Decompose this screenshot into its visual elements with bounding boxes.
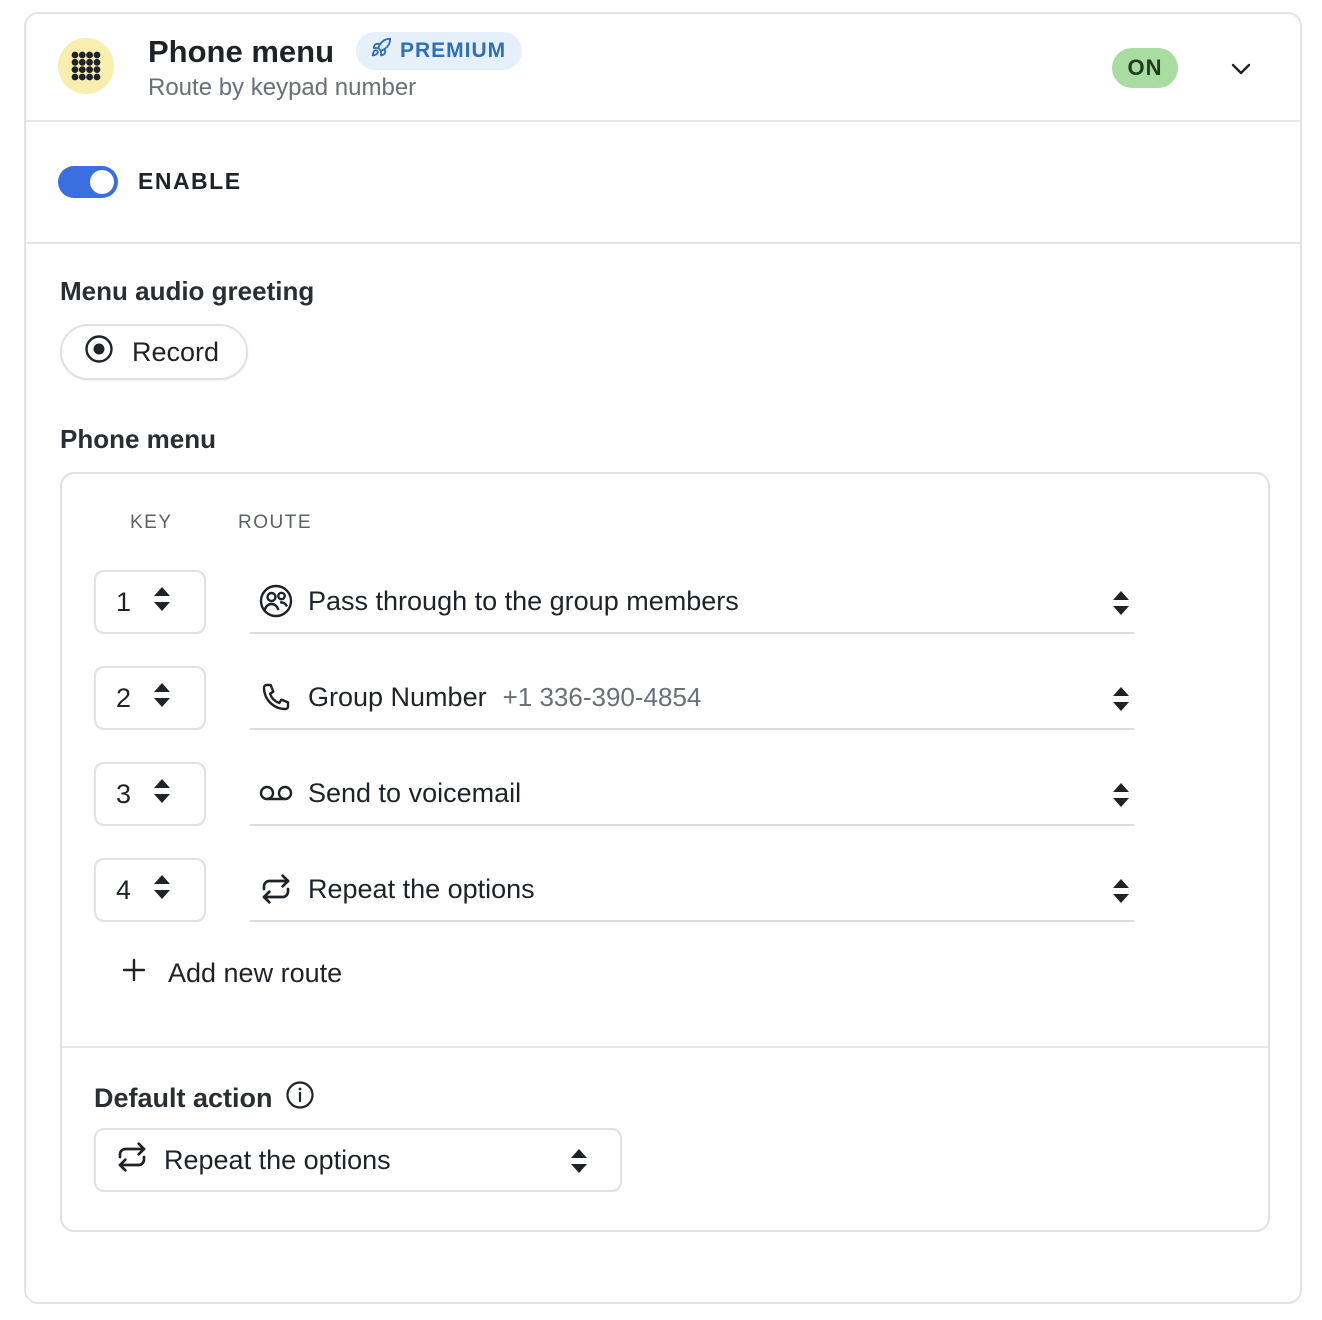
sort-icon	[153, 874, 171, 907]
sort-icon	[153, 778, 171, 811]
sort-icon	[1112, 782, 1130, 813]
key-value: 1	[116, 586, 132, 617]
rocket-icon	[370, 37, 392, 65]
info-icon[interactable]	[285, 1080, 315, 1117]
phone-icon	[254, 681, 298, 713]
route-select[interactable]: Repeat the options	[250, 858, 1134, 922]
keypad-icon	[58, 38, 114, 94]
route-phone-number: +1 336-390-4854	[502, 681, 702, 712]
sort-icon	[153, 586, 171, 619]
sort-icon	[153, 682, 171, 715]
chevron-down-icon[interactable]	[1226, 54, 1256, 84]
record-button[interactable]: Record	[60, 324, 248, 380]
premium-badge: PREMIUM	[356, 32, 523, 70]
route-text: Repeat the options	[308, 873, 535, 904]
enable-row: ENABLE	[26, 122, 1300, 244]
route-column-header: ROUTE	[238, 512, 312, 533]
enable-label: ENABLE	[138, 168, 242, 194]
key-value: 3	[116, 778, 132, 809]
card-title: Phone menu	[148, 34, 335, 69]
phone-menu-panel: KEY ROUTE 1 Pass through to the group me…	[60, 472, 1270, 1232]
route-select[interactable]: Pass through to the group members	[250, 570, 1134, 634]
record-icon	[84, 334, 114, 371]
card-header[interactable]: Phone menu PREMIUM Route by keypad numbe…	[26, 14, 1300, 122]
default-action-value: Repeat the options	[164, 1144, 391, 1175]
card-subtitle: Route by keypad number	[148, 74, 417, 101]
key-column-header: KEY	[130, 512, 173, 533]
route-select[interactable]: Send to voicemail	[250, 762, 1134, 826]
repeat-icon	[254, 873, 298, 905]
enable-toggle[interactable]	[58, 166, 118, 198]
key-select[interactable]: 3	[94, 762, 206, 826]
sort-icon	[570, 1148, 588, 1181]
voicemail-icon	[254, 783, 298, 803]
sort-icon	[1112, 878, 1130, 909]
repeat-icon	[116, 1141, 148, 1180]
sort-icon	[1112, 590, 1130, 621]
route-text: Group Number	[308, 681, 487, 712]
status-badge: ON	[1112, 48, 1178, 88]
key-value: 4	[116, 874, 132, 905]
route-text: Pass through to the group members	[308, 585, 739, 616]
key-select[interactable]: 1	[94, 570, 206, 634]
key-value: 2	[116, 682, 132, 713]
plus-icon	[122, 958, 146, 989]
add-route-label: Add new route	[168, 958, 343, 988]
default-action-text: Default action	[94, 1083, 273, 1113]
add-route-button[interactable]: Add new route	[122, 958, 342, 989]
group-members-icon	[254, 584, 298, 618]
default-action-select[interactable]: Repeat the options	[94, 1128, 622, 1192]
route-select[interactable]: Group Number +1 336-390-4854	[250, 666, 1134, 730]
phone-menu-card: Phone menu PREMIUM Route by keypad numbe…	[24, 12, 1302, 1304]
key-select[interactable]: 4	[94, 858, 206, 922]
sort-icon	[1112, 686, 1130, 717]
premium-label: PREMIUM	[400, 39, 507, 62]
section-divider	[62, 1046, 1268, 1048]
record-label: Record	[132, 336, 220, 367]
default-action-label: Default action	[94, 1080, 315, 1117]
greeting-section-label: Menu audio greeting	[60, 276, 315, 306]
route-text: Send to voicemail	[308, 777, 522, 808]
phone-menu-section-label: Phone menu	[60, 424, 217, 454]
toggle-knob	[90, 170, 114, 194]
key-select[interactable]: 2	[94, 666, 206, 730]
